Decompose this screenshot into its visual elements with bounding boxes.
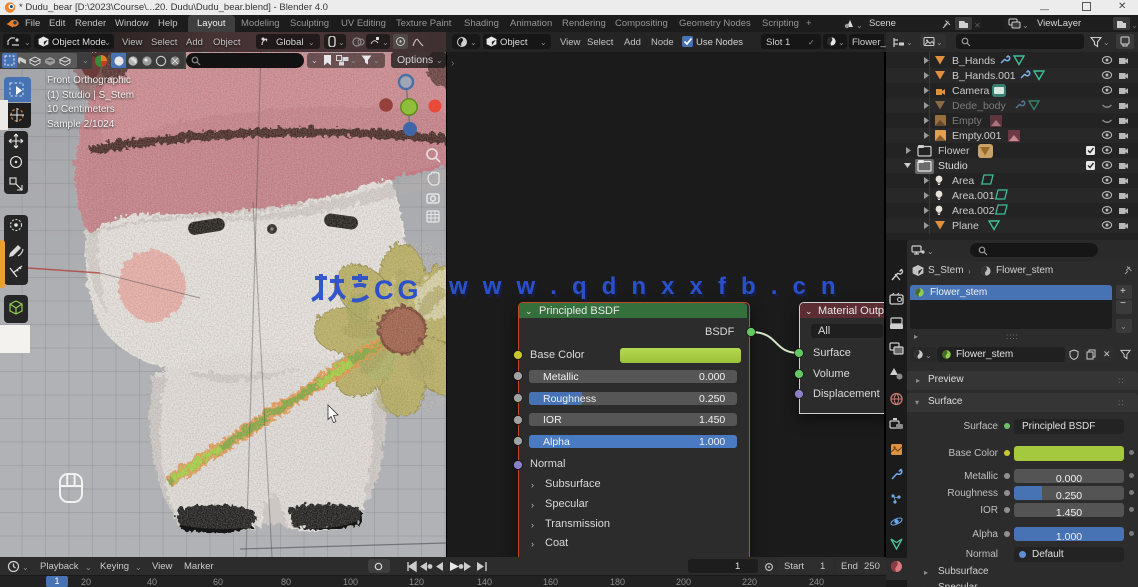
svg-text:Empty: Empty [952,115,983,127]
svg-text:Camera: Camera [952,85,990,97]
svg-text:B_Hands: B_Hands [952,55,995,67]
svg-text:Area.002: Area.002 [952,205,995,217]
svg-text:Flower: Flower [938,145,970,157]
svg-text:Studio: Studio [938,160,968,172]
svg-text:Area: Area [952,175,974,187]
svg-text:B_Hands.001: B_Hands.001 [952,70,1016,82]
svg-text:Dede_body: Dede_body [952,100,1006,112]
svg-text:Empty.001: Empty.001 [952,130,1002,142]
svg-text:Area.001: Area.001 [952,190,995,202]
svg-text:Plane: Plane [952,220,979,232]
